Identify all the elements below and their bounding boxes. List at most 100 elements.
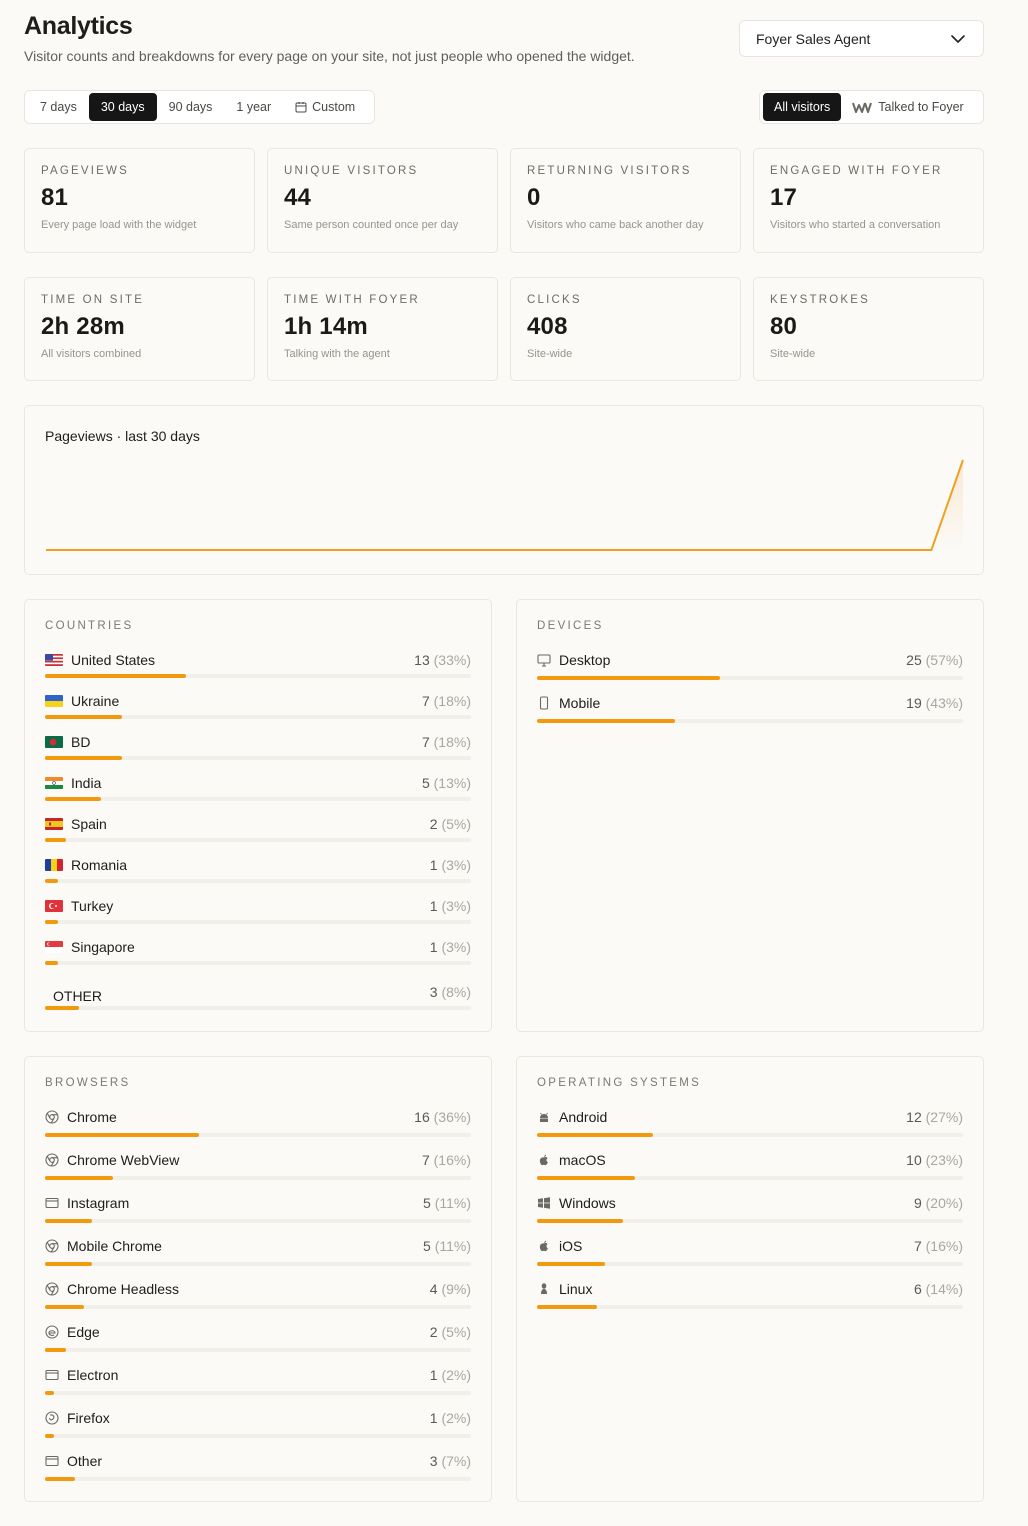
bar-fill — [537, 676, 720, 680]
stat-caption: All visitors combined — [41, 348, 142, 360]
row-count-value: 7 — [421, 734, 430, 750]
chrome-icon — [45, 1153, 59, 1167]
bar-fill — [45, 1434, 54, 1438]
row-label: Romania — [45, 855, 127, 875]
row-label: United States — [45, 650, 155, 670]
row-label: Firefox — [45, 1408, 110, 1428]
browsers-row: Chrome Headless 4 (9%) — [45, 1279, 471, 1319]
firefox-icon — [45, 1411, 59, 1425]
row-count-value: 13 — [414, 652, 430, 668]
row-name: Android — [559, 1109, 608, 1125]
browsers-row: Chrome 16 (36%) — [45, 1107, 471, 1147]
browsers-row: Instagram 5 (11%) — [45, 1193, 471, 1233]
os-row: Linux 6 (14%) — [537, 1279, 963, 1319]
stat-value: 408 — [527, 313, 568, 340]
row-name: United States — [71, 652, 156, 668]
bar-fill — [537, 1262, 605, 1266]
stat-caption: Visitors who came back another day — [527, 219, 704, 231]
row-count: 2 (5%) — [430, 1324, 471, 1340]
bar-fill — [45, 674, 186, 678]
browsers-row: Edge 2 (5%) — [45, 1322, 471, 1362]
row-count-value: 6 — [913, 1281, 922, 1297]
bar-track — [45, 920, 471, 924]
os-row: Windows 9 (20%) — [537, 1193, 963, 1233]
chevron-down-icon — [951, 34, 965, 43]
row-name: macOS — [559, 1152, 606, 1168]
row-count-value: 5 — [423, 1195, 431, 1211]
row-percent: (2%) — [441, 1410, 471, 1426]
analytics-page: Analytics Visitor counts and breakdowns … — [0, 0, 1028, 1526]
stat-caption: Site-wide — [527, 348, 573, 360]
bar-fill — [45, 1006, 79, 1010]
edge-icon — [45, 1325, 59, 1339]
stat-value: 0 — [527, 184, 541, 211]
row-count-value: 3 — [429, 984, 438, 1000]
bar-track — [45, 1391, 471, 1395]
bar-fill — [45, 1262, 92, 1266]
stat-label: PAGEVIEWS — [41, 165, 129, 177]
row-count: 13 (33%) — [414, 652, 471, 668]
stat-value: 81 — [41, 184, 69, 211]
row-percent: (9%) — [441, 1281, 471, 1297]
row-count: 5 (13%) — [422, 775, 471, 791]
stat-card-unique-visitors: UNIQUE VISITORS 44 Same person counted o… — [267, 148, 498, 253]
row-count-value: 2 — [429, 816, 438, 832]
linux-icon — [541, 1283, 547, 1294]
filter-all-visitors[interactable]: All visitors — [763, 93, 842, 121]
filter-talked-to-foyer[interactable]: Talked to Foyer — [841, 93, 974, 121]
chart-area-fill — [46, 460, 963, 550]
row-name: India — [71, 775, 102, 791]
row-percent: (7%) — [441, 1453, 471, 1469]
flag-ua-icon — [45, 695, 63, 707]
bar-fill — [45, 1477, 75, 1481]
row-count: 7 (18%) — [422, 693, 471, 709]
agent-select[interactable]: Foyer Sales Agent — [739, 20, 984, 57]
row-name: Turkey — [71, 898, 114, 914]
browsers-row: Electron 1 (2%) — [45, 1365, 471, 1405]
panel-title: COUNTRIES — [45, 620, 134, 632]
chart-series-line — [46, 459, 964, 551]
stat-value: 2h 28m — [41, 313, 125, 340]
row-count-value: 16 — [414, 1109, 430, 1125]
browsers-row: Chrome WebView 7 (16%) — [45, 1150, 471, 1190]
row-label: Chrome Headless — [45, 1279, 179, 1299]
row-label: Turkey — [45, 896, 113, 916]
row-count: 9 (20%) — [914, 1195, 963, 1211]
row-percent: (13%) — [433, 775, 471, 791]
row-label: BD — [45, 732, 90, 752]
row-percent: (3%) — [441, 857, 471, 873]
row-percent: (8%) — [441, 984, 471, 1000]
range-30-days[interactable]: 30 days — [88, 93, 157, 121]
row-name: Chrome — [67, 1109, 117, 1125]
row-name: Singapore — [71, 939, 135, 955]
bar-fill — [45, 1133, 199, 1137]
row-count-value: 10 — [906, 1152, 922, 1168]
bar-track — [45, 838, 471, 842]
range-1-year[interactable]: 1 year — [224, 93, 283, 121]
visitor-filter: All visitors Talked to Foyer — [759, 90, 984, 124]
row-name: Edge — [67, 1324, 100, 1340]
row-label: Desktop — [537, 650, 610, 670]
row-name: Ukraine — [71, 693, 120, 709]
bar-track — [45, 1348, 471, 1352]
bar-fill — [45, 1219, 92, 1223]
countries-row: United States 13 (33%) — [45, 650, 471, 690]
bar-fill — [45, 879, 58, 883]
bar-track — [45, 1477, 471, 1481]
row-label: Other — [45, 1451, 102, 1471]
stat-label: TIME WITH FOYER — [284, 294, 420, 306]
stat-label: TIME ON SITE — [41, 294, 145, 306]
row-label: Instagram — [45, 1193, 129, 1213]
stat-value: 17 — [770, 184, 798, 211]
row-name: Mobile Chrome — [67, 1238, 162, 1254]
range-custom[interactable]: Custom — [283, 93, 367, 121]
row-count: 4 (9%) — [430, 1281, 471, 1297]
row-percent: (14%) — [925, 1281, 963, 1297]
row-label: Linux — [537, 1279, 592, 1299]
range-90-days[interactable]: 90 days — [157, 93, 225, 121]
range-7-days[interactable]: 7 days — [28, 93, 89, 121]
stat-value: 80 — [770, 313, 798, 340]
countries-row: Ukraine 7 (18%) — [45, 691, 471, 731]
desktop-icon — [537, 654, 551, 667]
row-percent: (36%) — [433, 1109, 471, 1125]
